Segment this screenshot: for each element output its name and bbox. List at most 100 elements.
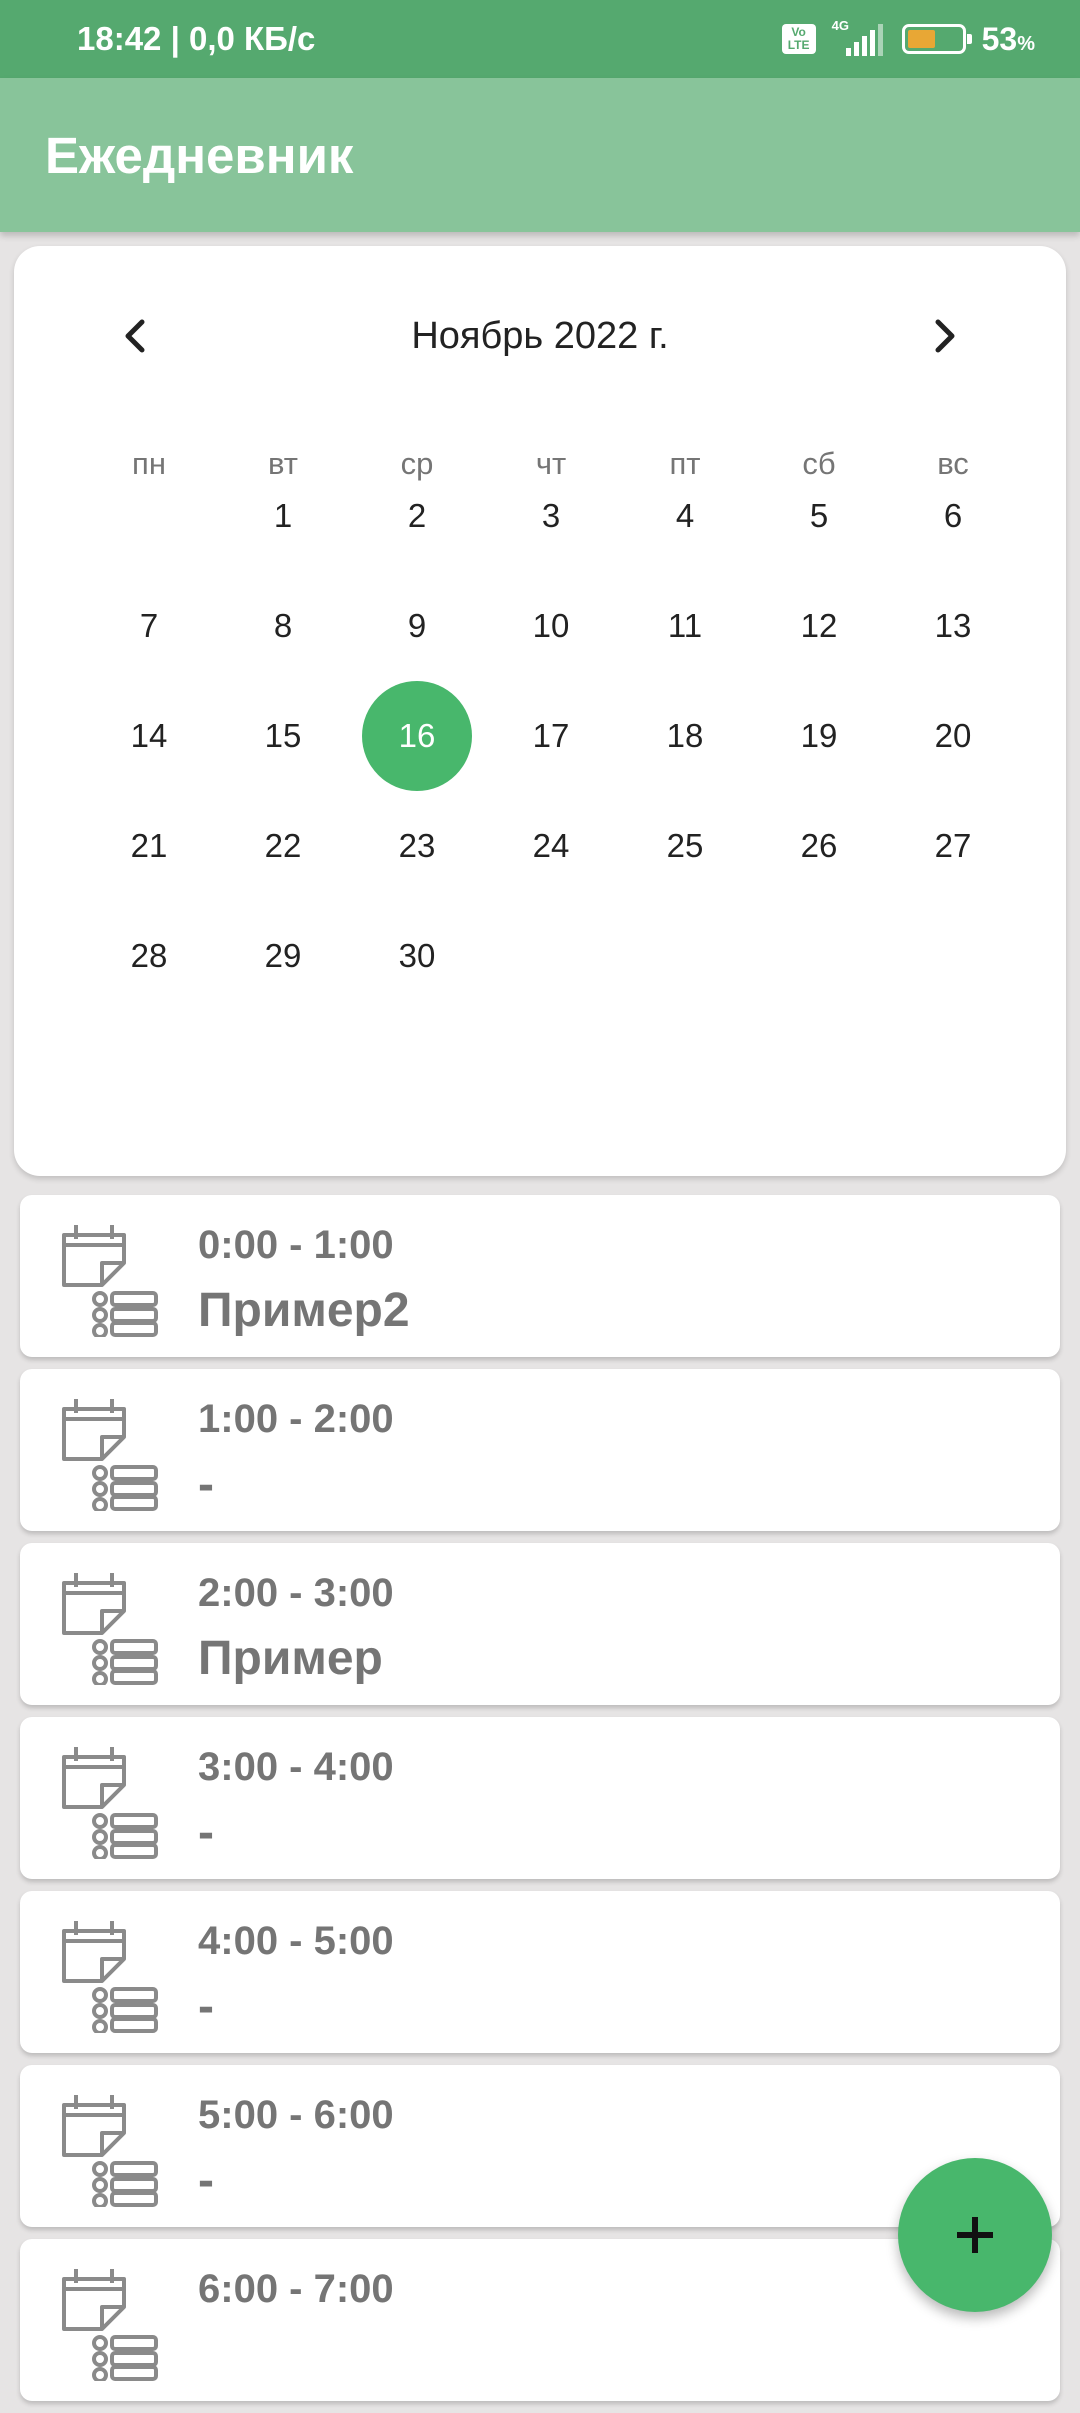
calendar-week-row: 7 8 9 10 11 12 13	[82, 571, 1022, 681]
calendar-day-number: 9	[407, 607, 427, 644]
calendar-day[interactable]: 22	[216, 791, 350, 901]
month-title: Ноябрь 2022 г.	[411, 314, 669, 357]
slot-title: -	[198, 1806, 214, 1859]
calendar-day[interactable]: 6	[886, 461, 1020, 571]
calendar-day[interactable]: 12	[752, 571, 886, 681]
network-type: 4G	[831, 18, 849, 33]
calendar-day[interactable]: 27	[886, 791, 1020, 901]
plus-icon	[957, 2217, 993, 2253]
calendar-list-icon	[58, 1215, 162, 1339]
calendar-empty-cell	[886, 901, 1020, 1011]
battery-percent: 53%	[982, 21, 1035, 58]
calendar-day-number: 3	[541, 497, 561, 534]
calendar-day[interactable]: 7	[82, 571, 216, 681]
calendar-day-number: 17	[532, 717, 570, 754]
calendar-day-number: 12	[800, 607, 838, 644]
calendar-day[interactable]: 29	[216, 901, 350, 1011]
calendar-day-number: 4	[675, 497, 695, 534]
slot-title: Пример2	[198, 1284, 410, 1337]
calendar-day-number: 2	[407, 497, 427, 534]
calendar-day-number: 11	[667, 607, 703, 644]
time-slot-item[interactable]: 1:00 - 2:00 -	[20, 1369, 1060, 1531]
time-slot-item[interactable]: 2:00 - 3:00 Пример	[20, 1543, 1060, 1705]
calendar-list-icon	[58, 1911, 162, 2035]
calendar-day[interactable]: 10	[484, 571, 618, 681]
calendar-day[interactable]: 21	[82, 791, 216, 901]
slot-title: Пример	[198, 1632, 383, 1685]
calendar-empty-cell	[484, 901, 618, 1011]
calendar-day-number: 19	[800, 717, 838, 754]
calendar-day[interactable]: 2	[350, 461, 484, 571]
battery-fill	[907, 30, 936, 48]
calendar-day[interactable]: 25	[618, 791, 752, 901]
calendar-empty-cell	[618, 901, 752, 1011]
previous-month-button[interactable]	[96, 296, 176, 376]
calendar-day-number: 14	[130, 717, 168, 754]
calendar-day[interactable]: 20	[886, 681, 1020, 791]
slot-time: 1:00 - 2:00	[198, 1397, 394, 1441]
calendar-day-selected[interactable]: 16	[350, 681, 484, 791]
time-slot-item[interactable]: 0:00 - 1:00 Пример2	[20, 1195, 1060, 1357]
calendar-list-icon	[58, 1389, 162, 1513]
slot-time: 3:00 - 4:00	[198, 1745, 394, 1789]
time-slot-item[interactable]: 3:00 - 4:00 -	[20, 1717, 1060, 1879]
battery-percent-unit: %	[1017, 32, 1035, 55]
calendar-day[interactable]: 8	[216, 571, 350, 681]
next-month-button[interactable]	[904, 296, 984, 376]
calendar-day[interactable]: 5	[752, 461, 886, 571]
calendar-empty-cell	[752, 901, 886, 1011]
calendar-day[interactable]: 24	[484, 791, 618, 901]
calendar-day[interactable]: 17	[484, 681, 618, 791]
chevron-right-icon	[935, 319, 955, 353]
signal-icon: 4G	[832, 18, 886, 56]
calendar-day-number: 24	[532, 827, 570, 864]
calendar-list-icon	[58, 2085, 162, 2209]
calendar-day-number: 30	[398, 937, 436, 974]
calendar-day[interactable]: 3	[484, 461, 618, 571]
slot-title: -	[198, 1458, 214, 1511]
calendar-day[interactable]: 28	[82, 901, 216, 1011]
calendar-empty-cell	[82, 461, 216, 571]
calendar: Ноябрь 2022 г. пн вт ср чт пт сб вс 1234…	[14, 246, 1066, 1176]
calendar-day-number: 22	[264, 827, 302, 864]
status-time: 18:42 | 0,0 КБ/с	[77, 20, 316, 57]
calendar-day[interactable]: 15	[216, 681, 350, 791]
slot-time: 4:00 - 5:00	[198, 1919, 394, 1963]
calendar-day-number: 28	[130, 937, 168, 974]
calendar-day[interactable]: 26	[752, 791, 886, 901]
calendar-list-icon	[58, 2259, 162, 2383]
slot-time: 0:00 - 1:00	[198, 1223, 394, 1267]
status-bar: 18:42 | 0,0 КБ/с Vo LTE 4G 53%	[0, 0, 1080, 78]
volte-icon: Vo LTE	[781, 24, 816, 54]
calendar-day-number: 26	[800, 827, 838, 864]
add-event-button[interactable]	[898, 2158, 1052, 2312]
calendar-day[interactable]: 4	[618, 461, 752, 571]
status-icons: Vo LTE 4G 53%	[781, 18, 1035, 58]
slot-title: -	[198, 2154, 214, 2207]
calendar-list-icon	[58, 1563, 162, 1687]
calendar-day[interactable]: 30	[350, 901, 484, 1011]
app-title: Ежедневник	[45, 126, 354, 184]
calendar-day[interactable]: 23	[350, 791, 484, 901]
calendar-day-number: 15	[264, 717, 302, 754]
time-slot-item[interactable]: 4:00 - 5:00 -	[20, 1891, 1060, 2053]
calendar-day[interactable]: 11	[618, 571, 752, 681]
slot-title: -	[198, 1980, 214, 2033]
calendar-week-row: 28 29 30	[82, 901, 1022, 1011]
calendar-day-number: 27	[934, 827, 972, 864]
calendar-day-number: 10	[532, 607, 570, 644]
calendar-week-row: 1 2 3 4 5 6	[82, 461, 1022, 571]
calendar-day[interactable]: 19	[752, 681, 886, 791]
calendar-day[interactable]: 13	[886, 571, 1020, 681]
chevron-left-icon	[125, 319, 145, 353]
calendar-week-row: 21 22 23 24 25 26 27	[82, 791, 1022, 901]
calendar-day[interactable]: 18	[618, 681, 752, 791]
calendar-day[interactable]: 9	[350, 571, 484, 681]
calendar-day-number: 16	[362, 681, 472, 791]
calendar-week-row: 14 15 16 17 18 19 20	[82, 681, 1022, 791]
calendar-day-number: 21	[130, 827, 168, 864]
calendar-day[interactable]: 14	[82, 681, 216, 791]
calendar-day-number: 13	[934, 607, 972, 644]
slot-time: 2:00 - 3:00	[198, 1571, 394, 1615]
calendar-day[interactable]: 1	[216, 461, 350, 571]
